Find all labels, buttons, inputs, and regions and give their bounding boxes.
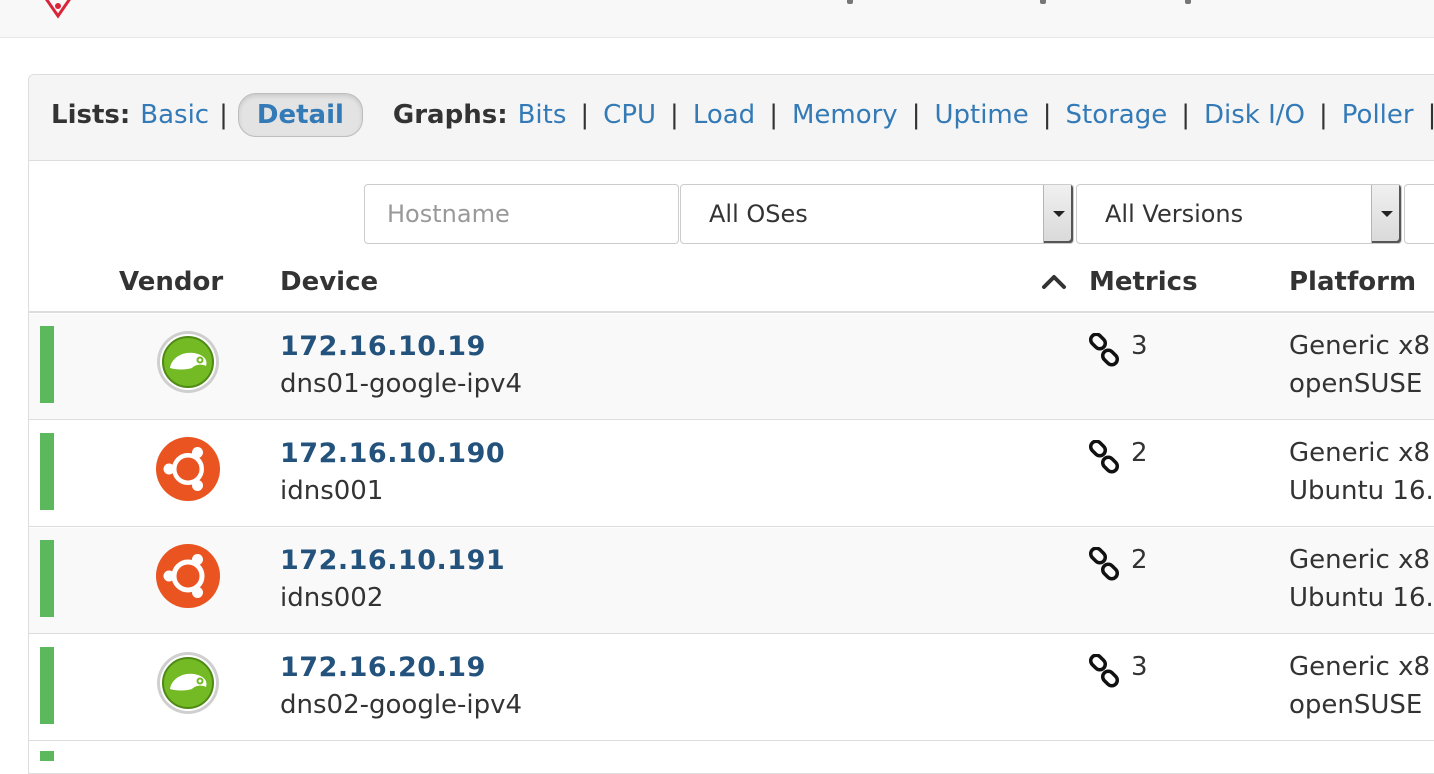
separator: | [670, 100, 679, 130]
table-header-divider [29, 311, 1434, 313]
panel-heading: Lists: Basic | Detail Graphs: Bits | CPU… [29, 75, 1434, 161]
platform-os: openSUSE [1289, 690, 1423, 720]
column-header-device[interactable]: Device [280, 267, 378, 297]
view-switcher: Lists: Basic | Detail Graphs: Bits | CPU… [51, 93, 1434, 137]
separator: | [911, 100, 921, 130]
version-select-value: All Versions [1105, 200, 1244, 228]
graph-poller-link[interactable]: Poller [1342, 100, 1414, 130]
graph-storage-link[interactable]: Storage [1066, 100, 1168, 130]
chevron-down-icon[interactable] [1043, 185, 1073, 243]
platform-os: Ubuntu 16. [1289, 583, 1434, 613]
os-select[interactable]: All OSes [680, 184, 1074, 244]
version-select[interactable]: All Versions [1076, 184, 1402, 244]
platform-hardware: Generic x8 [1289, 652, 1431, 682]
table-row[interactable]: 172.16.10.190 idns001 2 Generic x8 Ubunt… [29, 421, 1434, 527]
nav-menu-icon[interactable] [847, 0, 853, 4]
link-icon[interactable] [1087, 440, 1121, 474]
ubuntu-icon [156, 437, 220, 501]
metrics-count: 2 [1131, 438, 1148, 468]
separator: | [580, 100, 590, 130]
table-row[interactable]: 172.16.10.19 dns01-google-ipv4 3 Generic… [29, 314, 1434, 420]
column-header-metrics[interactable]: Metrics [1089, 267, 1198, 297]
logo-icon[interactable] [36, 0, 80, 20]
graph-memory-link[interactable]: Memory [792, 100, 898, 130]
device-hostname: idns001 [280, 476, 384, 506]
graph-diskio-link[interactable]: Disk I/O [1204, 100, 1305, 130]
metrics-count: 2 [1131, 545, 1148, 575]
graph-load-link[interactable]: Load [693, 100, 755, 130]
device-ip-link[interactable]: 172.16.10.191 [280, 545, 505, 576]
device-hostname: dns01-google-ipv4 [280, 369, 523, 399]
graphs-label: Graphs: [392, 100, 508, 130]
os-select-value: All OSes [709, 200, 808, 228]
device-ip-link[interactable]: 172.16.10.190 [280, 438, 505, 469]
link-icon[interactable] [1087, 654, 1121, 688]
lists-label: Lists: [51, 100, 131, 130]
extra-filter-select[interactable] [1404, 184, 1434, 244]
separator: | [1181, 100, 1191, 130]
platform-hardware: Generic x8 [1289, 438, 1431, 468]
platform-hardware: Generic x8 [1289, 331, 1431, 361]
opensuse-icon [157, 652, 219, 714]
hostname-input[interactable]: Hostname [364, 184, 679, 244]
graph-bits-link[interactable]: Bits [518, 100, 567, 130]
list-detail-button[interactable]: Detail [237, 93, 363, 137]
separator: | [769, 100, 778, 130]
table-row[interactable]: 172.16.20.19 dns02-google-ipv4 3 Generic… [29, 635, 1434, 741]
nav-menu-icon[interactable] [1040, 0, 1046, 4]
column-header-vendor[interactable]: Vendor [119, 267, 223, 297]
link-icon[interactable] [1087, 333, 1121, 367]
status-indicator [40, 540, 54, 617]
device-ip-link[interactable]: 172.16.10.19 [280, 331, 486, 362]
platform-os: openSUSE [1289, 369, 1423, 399]
list-basic-link[interactable]: Basic [140, 100, 209, 130]
sort-ascending-icon[interactable] [1041, 271, 1067, 291]
status-indicator [40, 433, 54, 510]
metrics-count: 3 [1131, 331, 1148, 361]
device-ip-link[interactable]: 172.16.20.19 [280, 652, 486, 683]
graph-uptime-link[interactable]: Uptime [934, 100, 1028, 130]
separator: | [1319, 100, 1328, 130]
status-indicator [40, 647, 54, 724]
status-indicator [40, 326, 54, 403]
status-indicator [40, 751, 54, 761]
platform-hardware: Generic x8 [1289, 545, 1431, 575]
device-hostname: idns002 [280, 583, 384, 613]
chevron-down-icon[interactable] [1371, 185, 1401, 243]
nav-menu-icon[interactable] [1185, 0, 1191, 4]
opensuse-icon [157, 331, 219, 393]
metrics-count: 3 [1131, 652, 1148, 682]
link-icon[interactable] [1087, 547, 1121, 581]
ubuntu-icon [156, 544, 220, 608]
table-row[interactable]: 172.16.10.191 idns002 2 Generic x8 Ubunt… [29, 528, 1434, 634]
platform-os: Ubuntu 16. [1289, 476, 1434, 506]
device-hostname: dns02-google-ipv4 [280, 690, 523, 720]
devices-panel: Lists: Basic | Detail Graphs: Bits | CPU… [28, 74, 1434, 774]
separator: | [1428, 100, 1434, 130]
separator: | [1042, 100, 1052, 130]
column-header-platform[interactable]: Platform [1289, 267, 1416, 297]
top-navbar: ​ [0, 0, 1434, 38]
separator: | [219, 100, 228, 130]
graph-cpu-link[interactable]: CPU [603, 100, 656, 130]
